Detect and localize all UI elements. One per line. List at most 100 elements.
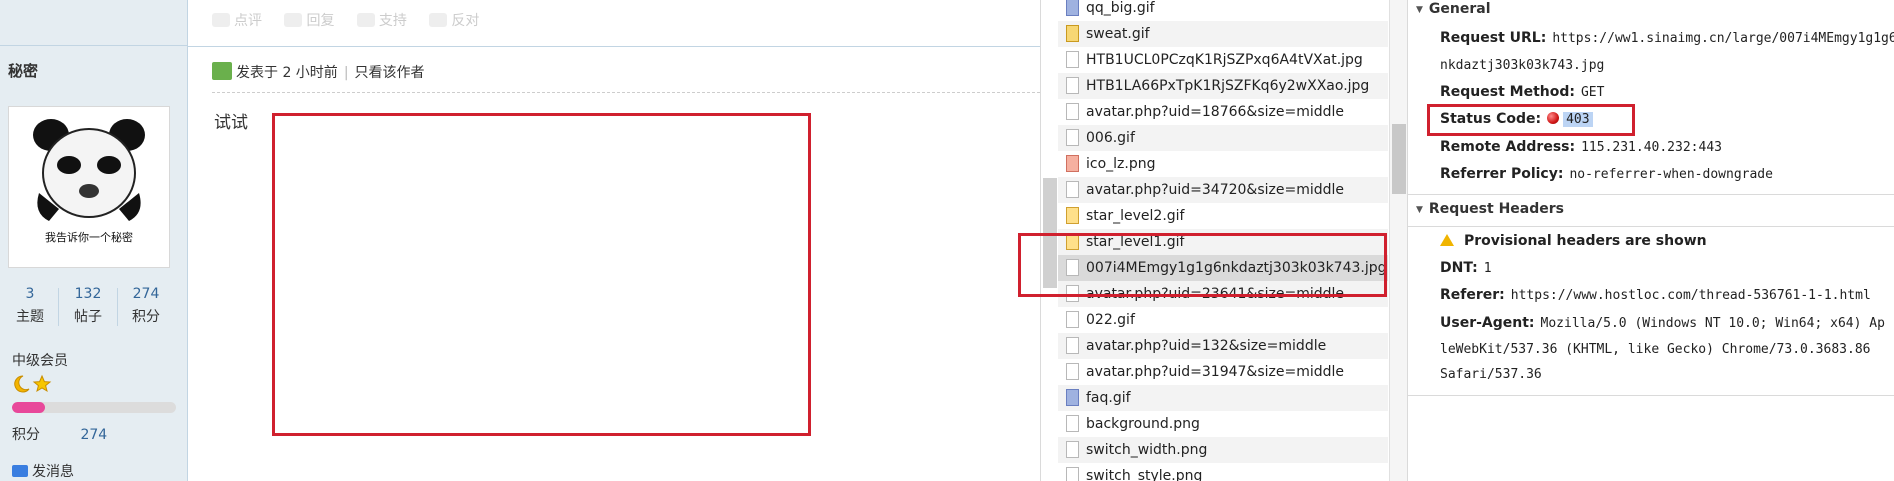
referer-value[interactable]: https://www.hostloc.com/thread-536761-1-… — [1511, 288, 1871, 303]
request-headers-section-header[interactable]: ▼ Request Headers — [1416, 201, 1564, 217]
request-row[interactable]: 022.gif — [1058, 307, 1388, 333]
request-name: 006.gif — [1086, 130, 1135, 146]
user-agent-continuation[interactable]: Safari/537.36 — [1440, 367, 1542, 382]
broken-image-highlight — [272, 113, 811, 436]
provisional-warning-row: Provisional headers are shown — [1440, 231, 1713, 251]
provisional-warning-text: Provisional headers are shown — [1464, 233, 1707, 249]
oppose-label: 反对 — [451, 13, 480, 29]
meta-separator: | — [343, 65, 349, 81]
post-divider — [188, 46, 1040, 47]
request-row[interactable]: avatar.php?uid=31947&size=middle — [1058, 359, 1388, 385]
post-body-text: 试试 — [214, 113, 248, 133]
request-row[interactable]: HTB1LA66PxTpK1RjSZFKq6y2wXXao.jpg — [1058, 73, 1388, 99]
remote-address-row: Remote Address: 115.231.40.232:443 — [1440, 137, 1722, 158]
referrer-policy-value[interactable]: no-referrer-when-downgrade — [1569, 167, 1773, 182]
request-row[interactable]: sweat.gif — [1058, 21, 1388, 47]
referrer-policy-row: Referrer Policy: no-referrer-when-downgra… — [1440, 164, 1773, 185]
post-time: 发表于 2 小时前 — [236, 65, 338, 81]
file-icon — [1066, 103, 1079, 120]
request-row[interactable]: ico_lz.png — [1058, 151, 1388, 177]
remote-address-value[interactable]: 115.231.40.232:443 — [1581, 140, 1722, 155]
remote-address-label: Remote Address: — [1440, 139, 1576, 155]
member-rank[interactable]: 中级会员 — [12, 350, 68, 370]
request-name: HTB1UCL0PCzqK1RjSZPxq6A4tVXat.jpg — [1086, 52, 1363, 68]
author-sidebar: 秘密 我告诉你一个秘密 3 主题 132 帖子 274 积分 中级会员 积分 2… — [0, 0, 188, 481]
collapse-triangle-icon: ▼ — [1416, 5, 1423, 15]
stat-threads[interactable]: 3 主题 — [2, 286, 58, 326]
credit-progress-bar — [12, 402, 176, 413]
dnt-label: DNT: — [1440, 260, 1478, 276]
request-row[interactable]: HTB1UCL0PCzqK1RjSZPxq6A4tVXat.jpg — [1058, 47, 1388, 73]
general-section-header[interactable]: ▼ General — [1416, 1, 1491, 17]
request-row[interactable]: background.png — [1058, 411, 1388, 437]
request-name: switch_width.png — [1086, 442, 1208, 458]
file-icon — [1066, 441, 1079, 458]
user-agent-continuation[interactable]: leWebKit/537.36 (KHTML, like Gecko) Chro… — [1440, 342, 1870, 357]
request-name: ico_lz.png — [1086, 156, 1156, 172]
request-row[interactable]: qq_big.gif — [1058, 0, 1388, 21]
reply-icon — [284, 13, 303, 27]
referer-row: Referer: https://www.hostloc.com/thread-5… — [1440, 285, 1871, 306]
request-method-label: Request Method: — [1440, 84, 1575, 100]
selected-request-highlight — [1018, 233, 1387, 297]
oppose-button[interactable]: 反对 — [429, 13, 479, 29]
request-url-row: Request URL: https://ww1.sinaimg.cn/large… — [1440, 28, 1894, 49]
file-icon — [1066, 25, 1079, 42]
request-method-value[interactable]: GET — [1581, 85, 1604, 100]
request-url-continuation[interactable]: nkdaztj303k03k743.jpg — [1440, 58, 1604, 73]
send-message-label: 发消息 — [32, 464, 74, 480]
panda-meme-image — [33, 119, 145, 221]
warning-icon — [1440, 234, 1454, 246]
request-details-panel: ▼ General Request URL: https://ww1.sinaimg… — [1407, 0, 1894, 481]
meta-dashed-divider — [212, 92, 1040, 93]
file-icon — [1066, 467, 1079, 481]
list-scrollbar-thumb[interactable] — [1392, 124, 1406, 194]
request-row[interactable]: faq.gif — [1058, 385, 1388, 411]
support-label: 支持 — [378, 13, 407, 29]
stat-credits[interactable]: 274 积分 — [118, 286, 174, 326]
request-row[interactable]: avatar.php?uid=132&size=middle — [1058, 333, 1388, 359]
support-button[interactable]: 支持 — [356, 13, 407, 29]
stat-credits-value: 274 — [132, 286, 160, 302]
section-divider — [1408, 226, 1894, 227]
file-icon — [1066, 207, 1079, 224]
request-url-value[interactable]: https://ww1.sinaimg.cn/large/007i4MEmgy1… — [1552, 31, 1894, 46]
file-icon — [1066, 51, 1079, 68]
credit-label: 积分 — [12, 427, 40, 443]
stat-posts[interactable]: 132 帖子 — [60, 286, 116, 326]
request-row[interactable]: switch_style.png — [1058, 463, 1388, 481]
request-row[interactable]: star_level2.gif — [1058, 203, 1388, 229]
list-scrollbar[interactable] — [1389, 0, 1407, 481]
request-name: sweat.gif — [1086, 26, 1150, 42]
request-row[interactable]: 006.gif — [1058, 125, 1388, 151]
avatar[interactable]: 我告诉你一个秘密 — [8, 106, 170, 268]
reply-button[interactable]: 回复 — [284, 13, 334, 29]
referer-label: Referer: — [1440, 287, 1505, 303]
file-icon — [1066, 0, 1079, 16]
rank-icons — [12, 374, 52, 398]
request-row[interactable]: avatar.php?uid=34720&size=middle — [1058, 177, 1388, 203]
request-name: background.png — [1086, 416, 1200, 432]
request-name: star_level2.gif — [1086, 208, 1185, 224]
general-section-title: General — [1428, 1, 1491, 17]
thumb-up-icon — [356, 13, 375, 27]
section-divider — [1408, 395, 1894, 396]
dnt-row: DNT: 1 — [1440, 258, 1492, 279]
dnt-value[interactable]: 1 — [1484, 261, 1492, 276]
only-author-link[interactable]: 只看该作者 — [355, 65, 425, 81]
collapse-triangle-icon: ▼ — [1416, 205, 1423, 215]
comment-button[interactable]: 点评 — [212, 13, 262, 29]
request-name: avatar.php?uid=18766&size=middle — [1086, 104, 1345, 120]
author-username[interactable]: 秘密 — [8, 60, 38, 81]
request-row[interactable]: avatar.php?uid=18766&size=middle — [1058, 99, 1388, 125]
send-message-link[interactable]: 发消息 — [12, 461, 74, 481]
comment-icon — [212, 13, 230, 27]
file-icon — [1066, 415, 1079, 432]
request-name: avatar.php?uid=34720&size=middle — [1086, 182, 1345, 198]
avatar-caption: 我告诉你一个秘密 — [45, 231, 133, 244]
stat-posts-value: 132 — [74, 286, 102, 302]
request-row[interactable]: switch_width.png — [1058, 437, 1388, 463]
request-name: switch_style.png — [1086, 468, 1203, 481]
file-icon — [1066, 389, 1079, 406]
user-agent-value[interactable]: Mozilla/5.0 (Windows NT 10.0; Win64; x64… — [1541, 316, 1885, 331]
